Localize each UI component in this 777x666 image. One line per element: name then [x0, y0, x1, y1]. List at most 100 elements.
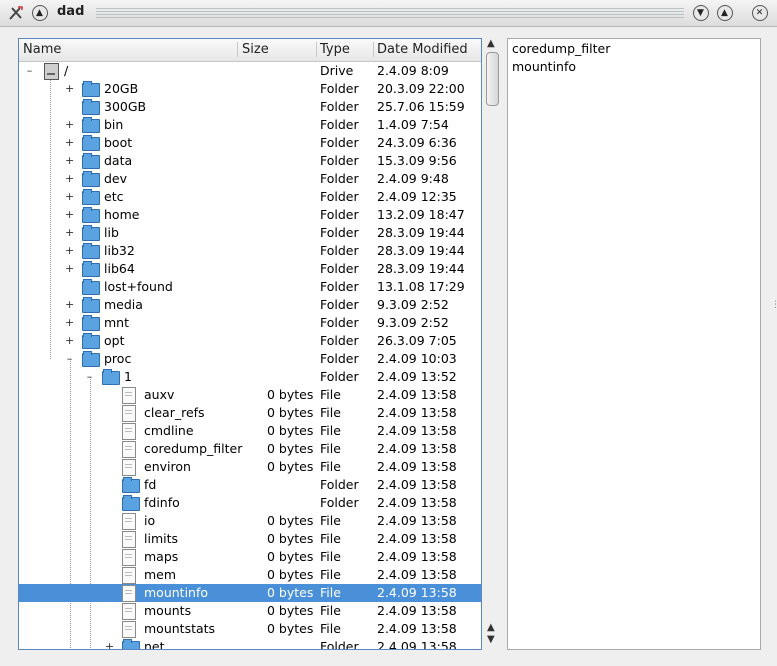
tree-row[interactable]: + data Folder 15.3.09 9:56	[19, 152, 481, 170]
tree-row[interactable]: limits 0 bytes File 2.4.09 13:58	[19, 530, 481, 548]
column-date-header[interactable]: Date Modified	[377, 42, 468, 57]
tree-row[interactable]: +20GB Folder 20.3.09 22:00	[19, 80, 481, 98]
row-date: 2.4.09 13:58	[377, 567, 457, 582]
tree-row[interactable]: – / Drive 2.4.09 8:09	[19, 62, 481, 80]
maximize-button[interactable]: ▲	[716, 4, 733, 21]
row-name: cmdline	[144, 423, 194, 438]
content-view[interactable]: coredump_filter mountinfo	[507, 38, 761, 650]
tree-row[interactable]: cmdline 0 bytes File 2.4.09 13:58	[19, 422, 481, 440]
column-divider[interactable]	[316, 42, 317, 57]
expand-icon[interactable]: +	[65, 335, 74, 346]
tree-row[interactable]: + home Folder 13.2.09 18:47	[19, 206, 481, 224]
scroll-up-icon[interactable]: ▲	[487, 622, 495, 633]
row-size: 0 bytes	[267, 459, 314, 474]
shade-button[interactable]: ▲	[31, 4, 48, 21]
expand-icon[interactable]: +	[65, 209, 74, 220]
folder-icon	[82, 225, 100, 241]
row-size: 0 bytes	[267, 603, 314, 618]
vertical-scrollbar[interactable]: ▲ ▲ ▼	[484, 38, 500, 648]
expand-icon[interactable]: +	[65, 191, 74, 202]
tree-row[interactable]: lost+found Folder 13.1.08 17:29	[19, 278, 481, 296]
tree-row[interactable]: maps 0 bytes File 2.4.09 13:58	[19, 548, 481, 566]
column-name-header[interactable]: Name	[23, 42, 61, 57]
tree-row[interactable]: coredump_filter 0 bytes File 2.4.09 13:58	[19, 440, 481, 458]
row-size: 0 bytes	[267, 549, 314, 564]
tree-row[interactable]: auxv 0 bytes File 2.4.09 13:58	[19, 386, 481, 404]
row-name: fd	[144, 477, 157, 492]
expand-icon[interactable]: +	[65, 299, 74, 310]
collapse-icon[interactable]: –	[85, 371, 94, 382]
row-size: 0 bytes	[267, 567, 314, 582]
tree-branch	[105, 587, 114, 598]
tree-row[interactable]: io 0 bytes File 2.4.09 13:58	[19, 512, 481, 530]
tree-row[interactable]: + bin Folder 1.4.09 7:54	[19, 116, 481, 134]
tree-row[interactable]: fd Folder 2.4.09 13:58	[19, 476, 481, 494]
expand-icon[interactable]: +	[65, 245, 74, 256]
tree-row[interactable]: mountstats 0 bytes File 2.4.09 13:58	[19, 620, 481, 638]
tree-row[interactable]: – 1 Folder 2.4.09 13:52	[19, 368, 481, 386]
column-divider[interactable]	[373, 42, 374, 57]
folder-icon	[82, 171, 100, 187]
expand-icon[interactable]: +	[65, 317, 74, 328]
row-name: lib32	[104, 243, 135, 258]
expand-icon[interactable]: +	[65, 227, 74, 238]
row-name: mountstats	[144, 621, 216, 636]
row-type: File	[320, 387, 341, 402]
row-name: mountinfo	[144, 585, 209, 600]
tree-row[interactable]: + lib64 Folder 28.3.09 19:44	[19, 260, 481, 278]
row-type: Folder	[320, 153, 359, 168]
row-name: bin	[104, 117, 124, 132]
tree-row[interactable]: + dev Folder 2.4.09 9:48	[19, 170, 481, 188]
tree-row[interactable]: + lib Folder 28.3.09 19:44	[19, 224, 481, 242]
expand-icon[interactable]: +	[65, 137, 74, 148]
row-name: clear_refs	[144, 405, 205, 420]
tree-row[interactable]: + boot Folder 24.3.09 6:36	[19, 134, 481, 152]
tree-row[interactable]: 300GB Folder 25.7.06 15:59	[19, 98, 481, 116]
row-type: Folder	[320, 369, 359, 384]
tree-row[interactable]: + etc Folder 2.4.09 12:35	[19, 188, 481, 206]
collapse-icon[interactable]: –	[65, 353, 74, 364]
folder-icon	[82, 117, 100, 133]
splitter-grip-icon[interactable]: ⋮	[771, 300, 777, 310]
tree-row[interactable]: + mnt Folder 9.3.09 2:52	[19, 314, 481, 332]
tree-row[interactable]: mounts 0 bytes File 2.4.09 13:58	[19, 602, 481, 620]
row-type: Folder	[320, 477, 359, 492]
collapse-icon[interactable]: –	[25, 65, 34, 76]
expand-icon[interactable]: +	[65, 155, 74, 166]
tree-row[interactable]: – proc Folder 2.4.09 10:03	[19, 350, 481, 368]
scroll-up-icon[interactable]: ▲	[487, 38, 495, 49]
row-date: 2.4.09 13:58	[377, 495, 457, 510]
tree-row[interactable]: + media Folder 9.3.09 2:52	[19, 296, 481, 314]
file-tree-view[interactable]: Name Size Type Date Modified – / Drive 2.4.…	[18, 38, 482, 650]
expand-icon[interactable]: +	[65, 83, 74, 94]
close-button[interactable]: ✕	[751, 4, 768, 21]
tree-row[interactable]: environ 0 bytes File 2.4.09 13:58	[19, 458, 481, 476]
tree-row[interactable]: clear_refs 0 bytes File 2.4.09 13:58	[19, 404, 481, 422]
expand-icon[interactable]: +	[65, 119, 74, 130]
expand-icon[interactable]: +	[105, 641, 114, 649]
row-date: 28.3.09 19:44	[377, 243, 465, 258]
tree-row[interactable]: fdinfo Folder 2.4.09 13:58	[19, 494, 481, 512]
tree-row[interactable]: + opt Folder 26.3.09 7:05	[19, 332, 481, 350]
scroll-down-icon[interactable]: ▼	[487, 634, 495, 645]
row-date: 2.4.09 13:58	[377, 423, 457, 438]
tree-row[interactable]: mountinfo 0 bytes File 2.4.09 13:58	[19, 584, 481, 602]
row-type: Folder	[320, 639, 359, 650]
app-icon[interactable]	[7, 4, 24, 21]
row-date: 15.3.09 9:56	[377, 153, 457, 168]
tree-row[interactable]: + lib32 Folder 28.3.09 19:44	[19, 242, 481, 260]
column-type-header[interactable]: Type	[320, 42, 350, 57]
row-name: mem	[144, 567, 177, 582]
expand-icon[interactable]: +	[65, 263, 74, 274]
tree-row[interactable]: + net Folder 2.4.09 13:58	[19, 638, 481, 650]
column-divider[interactable]	[237, 42, 238, 57]
expand-icon[interactable]: +	[65, 173, 74, 184]
minimize-button[interactable]: ▼	[692, 4, 709, 21]
tree-branch	[105, 425, 114, 436]
scroll-thumb[interactable]	[486, 52, 499, 106]
row-date: 2.4.09 13:58	[377, 513, 457, 528]
row-name: coredump_filter	[144, 441, 243, 456]
row-date: 24.3.09 6:36	[377, 135, 457, 150]
column-size-header[interactable]: Size	[242, 42, 269, 57]
tree-row[interactable]: mem 0 bytes File 2.4.09 13:58	[19, 566, 481, 584]
